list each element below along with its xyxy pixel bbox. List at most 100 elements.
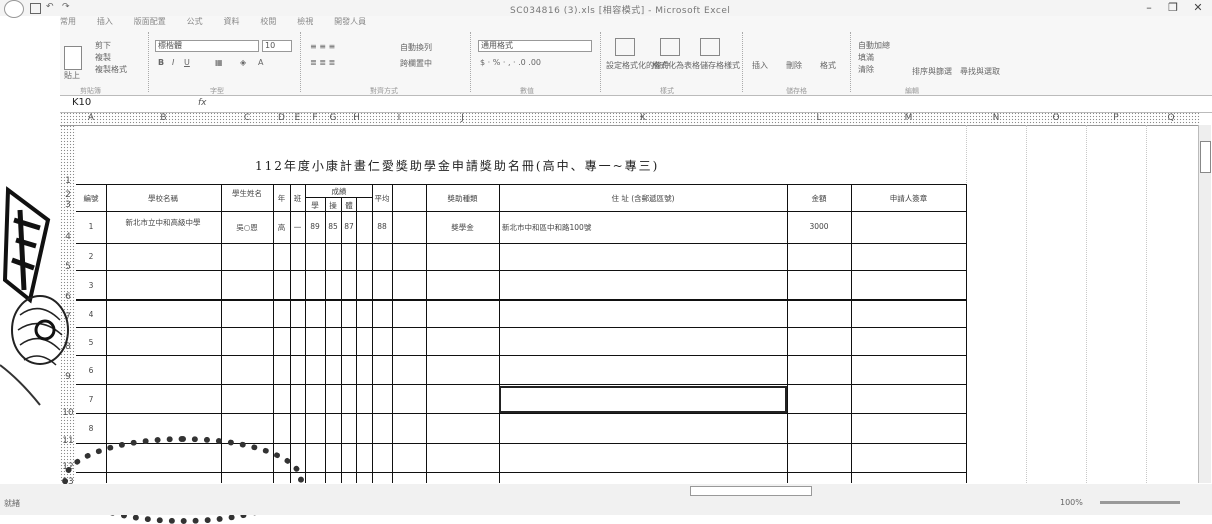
tab-insert[interactable]: 插入 xyxy=(97,16,113,27)
cell-school[interactable]: 新北市立中和高級中學 xyxy=(108,217,218,228)
format-table-icon[interactable] xyxy=(660,38,680,56)
tab-formulas[interactable]: 公式 xyxy=(187,16,203,27)
fill-color-icon[interactable]: ◈ xyxy=(240,58,246,67)
cell-no[interactable]: 3 xyxy=(78,281,104,290)
bold-icon[interactable]: B xyxy=(158,58,164,67)
close-button[interactable]: ✕ xyxy=(1187,1,1209,15)
tab-view[interactable]: 檢視 xyxy=(297,16,313,27)
cell-address[interactable]: 新北市中和區中和路100號 xyxy=(502,222,786,233)
cell-no[interactable]: 7 xyxy=(78,395,104,404)
undo-icon[interactable]: ↶ xyxy=(46,2,54,12)
zoom-slider[interactable] xyxy=(1100,501,1180,504)
horizontal-scrollbar[interactable] xyxy=(690,486,812,496)
cell-no[interactable]: 5 xyxy=(78,338,104,347)
underline-icon[interactable]: U xyxy=(184,58,190,67)
font-size-select[interactable]: 10 xyxy=(262,40,292,52)
percent-icon[interactable]: $ · % · , · .0 .00 xyxy=(480,58,541,67)
gridline xyxy=(1146,125,1147,483)
row-header[interactable]: 11 xyxy=(60,436,76,446)
group-divider xyxy=(600,32,601,92)
cell-score-3[interactable]: 87 xyxy=(342,222,356,231)
col-header-p[interactable]: P xyxy=(1086,112,1146,125)
title-bar: ↶ ↷ SC034816 (3).xls [相容模式] - Microsoft … xyxy=(0,0,1212,18)
align-left-icon[interactable]: ≣ ≣ ≣ xyxy=(310,58,335,67)
cell-score-1[interactable]: 89 xyxy=(306,222,324,231)
wrap-text-button[interactable]: 自動換列 xyxy=(400,42,432,53)
clear-button[interactable]: 清除 xyxy=(858,64,874,75)
cell-amount[interactable]: 3000 xyxy=(788,222,850,231)
cell-styles-icon[interactable] xyxy=(700,38,720,56)
col-header-m[interactable]: M xyxy=(851,112,966,125)
col-header-f[interactable]: F xyxy=(305,112,325,125)
tab-review[interactable]: 校閱 xyxy=(260,16,276,27)
cell-grade[interactable]: 高 xyxy=(274,222,289,233)
restore-button[interactable]: ❐ xyxy=(1162,1,1184,15)
tab-page-layout[interactable]: 版面配置 xyxy=(134,16,166,27)
cell-no[interactable]: 2 xyxy=(78,252,104,261)
cell-student[interactable]: 吳○恩 xyxy=(223,222,271,233)
borders-icon[interactable]: ▦ xyxy=(215,58,223,67)
tab-home[interactable]: 常用 xyxy=(60,16,76,27)
insert-cells-button[interactable]: 插入 xyxy=(752,60,768,71)
col-header-a[interactable]: A xyxy=(76,112,106,125)
merge-center-button[interactable]: 跨欄置中 xyxy=(400,58,432,69)
col-header-h[interactable]: H xyxy=(341,112,372,125)
cell-styles-button[interactable]: 儲存格樣式 xyxy=(700,60,740,71)
minimize-button[interactable]: – xyxy=(1138,1,1160,15)
paste-button[interactable]: 貼上 xyxy=(64,70,80,81)
col-header-d[interactable]: D xyxy=(273,112,290,125)
group-divider xyxy=(742,32,743,92)
scroll-thumb[interactable] xyxy=(1200,141,1211,173)
sort-filter-button[interactable]: 排序與篩選 xyxy=(912,66,952,77)
copy-button[interactable]: 複製 xyxy=(95,52,111,63)
cell-no[interactable]: 8 xyxy=(78,424,104,433)
cell-no[interactable]: 1 xyxy=(78,222,104,231)
autosum-button[interactable]: 自動加總 xyxy=(858,40,890,51)
format-table-button[interactable]: 格式化為表格 xyxy=(652,60,700,71)
find-select-button[interactable]: 尋找與選取 xyxy=(960,66,1000,77)
cell-no[interactable]: 6 xyxy=(78,366,104,375)
save-icon[interactable] xyxy=(30,3,41,14)
col-header-q[interactable]: Q xyxy=(1146,112,1196,125)
cell-type[interactable]: 獎學金 xyxy=(427,222,498,233)
align-top-icon[interactable]: ≡ ≡ ≡ xyxy=(310,42,335,51)
col-header-l[interactable]: L xyxy=(787,112,851,125)
col-header-o[interactable]: O xyxy=(1026,112,1086,125)
italic-icon[interactable]: I xyxy=(172,58,174,67)
font-color-icon[interactable]: A xyxy=(258,58,263,67)
number-format-select[interactable]: 通用格式 xyxy=(478,40,592,52)
format-cells-button[interactable]: 格式 xyxy=(820,60,836,71)
name-box[interactable]: K10 xyxy=(72,97,142,109)
status-ready: 就緒 xyxy=(4,499,20,508)
fill-button[interactable]: 填滿 xyxy=(858,52,874,63)
col-header-b[interactable]: B xyxy=(106,112,221,125)
formula-input[interactable] xyxy=(225,97,1185,109)
tab-data[interactable]: 資料 xyxy=(224,16,240,27)
vertical-scrollbar[interactable] xyxy=(1198,125,1211,483)
col-header-g[interactable]: G xyxy=(325,112,341,125)
col-header-k[interactable]: K xyxy=(499,112,787,125)
col-header-e[interactable]: E xyxy=(290,112,305,125)
cell-no[interactable]: 4 xyxy=(78,310,104,319)
fx-icon[interactable]: fx xyxy=(198,98,207,108)
group-divider xyxy=(300,32,301,92)
col-header-c[interactable]: C xyxy=(221,112,273,125)
cell-avg[interactable]: 88 xyxy=(373,222,391,231)
paste-icon[interactable] xyxy=(64,46,82,70)
redo-icon[interactable]: ↷ xyxy=(62,2,70,12)
cut-button[interactable]: 剪下 xyxy=(95,40,111,51)
col-header-n[interactable]: N xyxy=(966,112,1026,125)
office-button[interactable] xyxy=(4,0,24,18)
zoom-level[interactable]: 100% xyxy=(1060,498,1083,507)
col-header-j[interactable]: J xyxy=(426,112,499,125)
format-painter-button[interactable]: 複製格式 xyxy=(95,64,127,75)
font-name-select[interactable]: 標楷體 xyxy=(155,40,259,52)
delete-cells-button[interactable]: 刪除 xyxy=(786,60,802,71)
col-header-i[interactable]: I xyxy=(372,112,426,125)
header-no: 編號 xyxy=(83,194,99,203)
selected-cell-k10[interactable] xyxy=(499,386,787,413)
cell-score-2[interactable]: 85 xyxy=(326,222,340,231)
cell-class[interactable]: 一 xyxy=(291,222,304,233)
conditional-format-icon[interactable] xyxy=(615,38,635,56)
tab-developer[interactable]: 開發人員 xyxy=(334,16,366,27)
